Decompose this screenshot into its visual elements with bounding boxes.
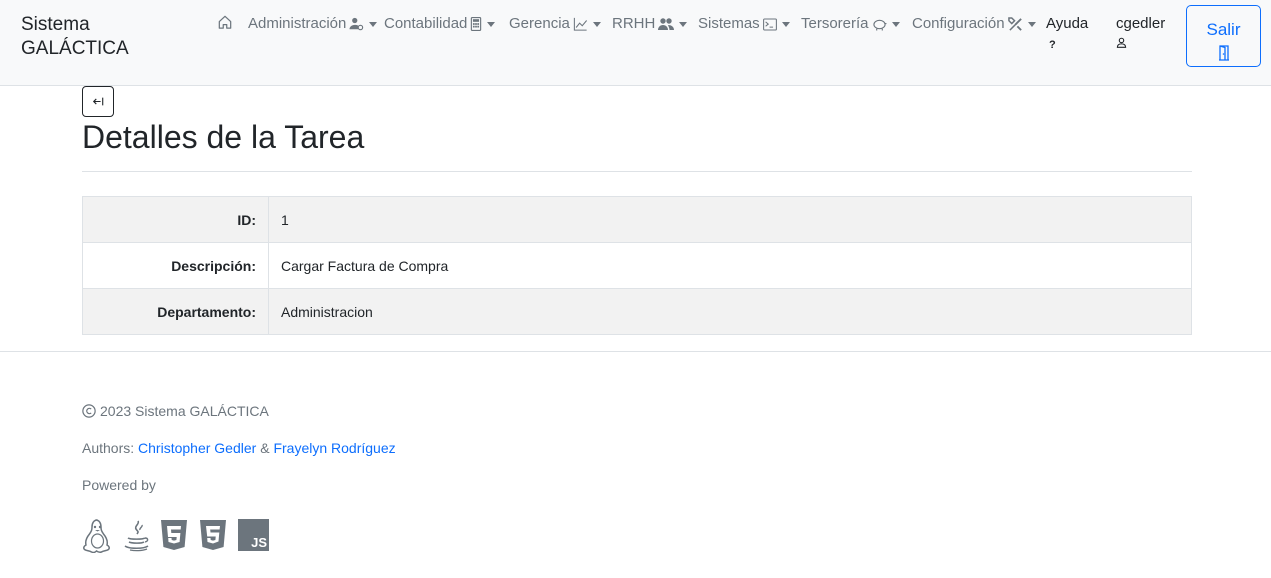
- calculator-icon: [471, 17, 482, 31]
- svg-text:JS: JS: [251, 535, 267, 550]
- graph-up-icon: [573, 17, 587, 31]
- author-link-frayelyn[interactable]: Frayelyn Rodríguez: [273, 440, 395, 456]
- piggy-bank-icon: [872, 19, 886, 31]
- nav-rrhh[interactable]: RRHH: [612, 15, 688, 33]
- authors-prefix: Authors:: [82, 440, 135, 456]
- chevron-down-icon: [781, 22, 790, 27]
- nav-gerencia[interactable]: Gerencia: [509, 15, 601, 33]
- row-label-descripcion: Descripción:: [82, 242, 269, 289]
- author-link-christopher[interactable]: Christopher Gedler: [138, 440, 256, 456]
- navbar: Sistema GALÁCTICA Administración Contabi…: [0, 0, 1271, 86]
- nav-tersoreria[interactable]: Tersorería: [801, 15, 900, 33]
- chevron-down-icon: [1027, 22, 1036, 27]
- door-open-icon: [1218, 45, 1229, 61]
- footer-copyright: 2023 Sistema GALÁCTICA: [82, 403, 269, 419]
- nav-configuracion[interactable]: Configuración: [912, 15, 1036, 33]
- linux-icon: [82, 519, 113, 554]
- person-gear-icon: [349, 17, 364, 31]
- nav-ayuda[interactable]: Ayuda ?: [1046, 15, 1088, 54]
- brand-link[interactable]: Sistema GALÁCTICA: [21, 13, 151, 61]
- people-icon: [658, 18, 675, 30]
- chevron-down-icon: [679, 22, 688, 27]
- nav-gerencia-label: Gerencia: [509, 15, 570, 32]
- tools-icon: [1007, 16, 1022, 31]
- nav-administracion[interactable]: Administración: [248, 15, 378, 33]
- nav-contabilidad[interactable]: Contabilidad: [384, 15, 496, 33]
- nav-administracion-label: Administración: [248, 15, 347, 32]
- table-row: Descripción: Cargar Factura de Compra: [82, 242, 1192, 289]
- nav-sistemas-label: Sistemas: [698, 15, 760, 32]
- tech-icons: JS: [82, 519, 269, 554]
- nav-configuracion-label: Configuración: [912, 15, 1005, 32]
- java-icon: [121, 519, 152, 553]
- arrow-bar-left-icon: [92, 97, 104, 106]
- copyright-icon: [82, 404, 96, 418]
- nav-contabilidad-label: Contabilidad: [384, 15, 468, 32]
- terminal-icon: [762, 17, 777, 31]
- detail-table: ID: 1 Descripción: Cargar Factura de Com…: [82, 196, 1192, 335]
- chevron-down-icon: [891, 22, 900, 27]
- row-value-departamento: Administracion: [268, 288, 1192, 335]
- html5-icon: [160, 519, 191, 553]
- table-row: Departamento: Administracion: [82, 288, 1192, 335]
- nav-user-label: cgedler: [1116, 15, 1166, 32]
- row-value-descripcion: Cargar Factura de Compra: [268, 242, 1192, 289]
- back-button[interactable]: [82, 86, 114, 117]
- row-label-id: ID:: [82, 196, 269, 243]
- divider: [82, 171, 1192, 172]
- powered-by-text: Powered by: [82, 477, 156, 493]
- nav-sistemas[interactable]: Sistemas: [698, 15, 790, 33]
- logout-label: Salir: [1206, 20, 1241, 39]
- page-title: Detalles de la Tarea: [82, 119, 365, 155]
- javascript-icon: JS: [238, 519, 269, 553]
- logout-button[interactable]: Salir: [1186, 5, 1261, 67]
- nav-tersoreria-label: Tersorería: [801, 15, 869, 32]
- person-icon: [1116, 37, 1127, 48]
- footer-divider: [0, 351, 1271, 352]
- authors-and: &: [260, 440, 270, 456]
- chevron-down-icon: [369, 22, 378, 27]
- nav-rrhh-label: RRHH: [612, 15, 656, 32]
- footer-authors: Authors: Christopher Gedler & Frayelyn R…: [82, 440, 396, 456]
- chevron-down-icon: [592, 22, 601, 27]
- row-label-departamento: Departamento:: [82, 288, 269, 335]
- nav-user[interactable]: cgedler: [1116, 15, 1165, 48]
- nav-ayuda-label: Ayuda: [1046, 15, 1089, 32]
- house-icon[interactable]: [218, 15, 232, 31]
- copyright-text: 2023 Sistema GALÁCTICA: [100, 403, 269, 419]
- row-value-id: 1: [268, 196, 1192, 243]
- chevron-down-icon: [487, 22, 496, 27]
- table-row: ID: 1: [82, 196, 1192, 243]
- question-icon: ?: [1049, 39, 1056, 51]
- css3-icon: [199, 519, 230, 553]
